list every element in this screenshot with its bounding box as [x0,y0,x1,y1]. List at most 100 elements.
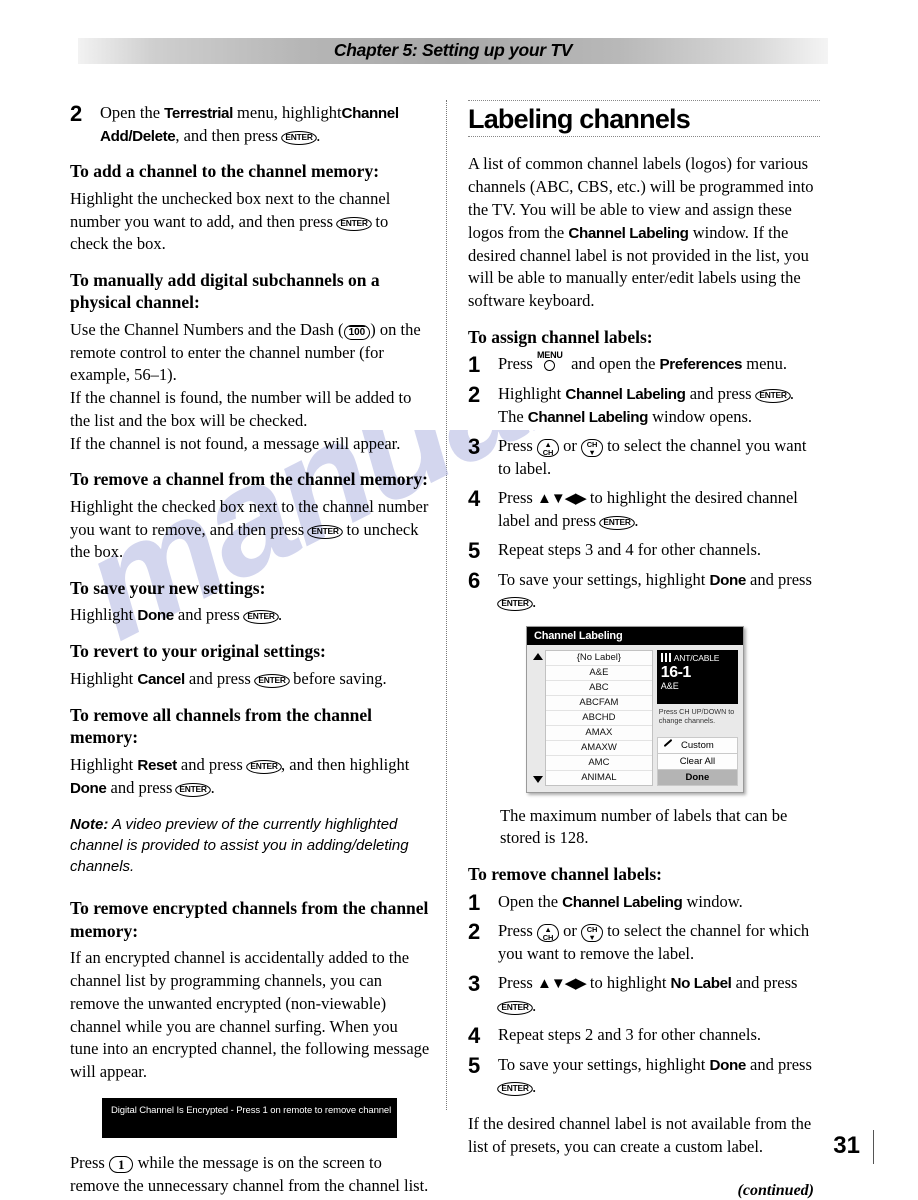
clear-all-button[interactable]: Clear All [656,752,738,769]
step-text: . [532,592,537,612]
arrow-keys-icon: ▲▼◀▶ [536,491,587,508]
dash-key-label: 100 [348,325,366,338]
enter-key-icon: ENTER [254,673,290,688]
osd-message-text: Digital Channel Is Encrypted - Press 1 o… [111,1104,392,1116]
heading-remove-all-channels: To remove all channels from the channel … [70,704,373,748]
note-text: A video preview of the currently highlig… [70,815,409,876]
step-text: . [532,995,537,1015]
enter-key-icon: ENTER [599,515,636,530]
step-text: and press [731,973,798,993]
done-button[interactable]: Done [656,768,738,786]
step-text: . [532,1077,537,1097]
paragraph-text: . [210,777,215,797]
step-number: 4 [468,486,481,512]
assign-step-2: 2 Highlight Channel Labeling and press E… [468,382,820,428]
enter-key-icon: ENTER [497,597,533,612]
paragraph-channel-found: If the channel is found, the number will… [70,388,412,430]
ui-term-done: Done [70,779,107,797]
remove-step-2: 2 Press ▲ CH or CH ▼ to select the channel… [468,919,820,965]
list-item[interactable]: ANIMAL [546,771,652,785]
note-block: Note: A video preview of the currently h… [70,814,430,878]
enter-key-icon: ENTER [243,610,279,625]
list-item[interactable]: A&E [546,666,652,681]
done-button-label: Done [685,771,710,783]
section-heading-rules: Labeling channels [468,100,820,138]
list-item[interactable]: ABCHD [546,711,652,726]
step-2-terrestrial: 2 Open the Terrestrial menu, highlightCh… [70,101,430,147]
step-text: and press [685,383,756,403]
list-item[interactable]: AMC [546,756,652,771]
step-text: Open the [100,103,165,122]
window-buttons: Custom Clear All Done [656,736,738,786]
ui-term-done: Done [137,607,174,625]
remove-step-3: 3 Press ▲▼◀▶ to highlight No Label and p… [468,971,820,1017]
paragraph-channel-not-found: If the channel is not found, a message w… [70,433,401,453]
window-title: Channel Labeling [527,626,743,645]
step-number: 1 [468,889,481,915]
step-text: . [634,510,639,530]
paragraph-max-labels: The maximum number of labels that can be… [500,805,788,848]
chapter-title: Chapter 5: Setting up your TV [333,40,573,60]
paragraph-text: and press [184,668,255,688]
footer-rule [873,1130,874,1164]
assign-step-1: 1 Press MENU and open the Preferences me… [468,350,820,377]
ui-term-channel-labeling: Channel Labeling [568,224,689,242]
assign-step-3: 3 Press ▲ CH or CH ▼ to select the channel… [468,434,820,480]
paragraph-text: before saving. [289,668,387,688]
step-text: , and then press [175,125,283,145]
enter-key-icon: ENTER [497,1000,533,1015]
ui-term-cancel: Cancel [137,670,185,688]
paragraph-text: Use the Channel Numbers and the Dash ( [70,319,344,339]
list-item[interactable]: ABC [546,681,652,696]
step-text: and open the [566,354,660,374]
paragraph-press-one: Press 1 while the message is on the scre… [70,1152,430,1198]
paragraph-text: and press [173,605,244,625]
note-label: Note: [70,815,109,833]
triangle-down-icon[interactable] [533,775,543,783]
paragraph-text: , and then highlight [281,754,410,774]
step-text: and press [745,1054,812,1074]
arrow-keys-icon: ▲▼◀▶ [536,976,587,993]
number-one-key-icon: 1 [108,1155,134,1173]
remove-step-5: 5 To save your settings, highlight Done … [468,1053,820,1099]
assign-step-5: 5 Repeat steps 3 and 4 for other channel… [468,538,820,563]
paragraph-text: . [278,605,283,625]
section-heading-labeling-channels: Labeling channels [468,104,691,134]
triangle-up-icon[interactable] [533,652,543,660]
custom-button[interactable]: Custom [656,736,738,753]
paragraph-remove-all-channels: Highlight Reset and press ENTER, and the… [70,754,430,800]
remove-step-4: 4 Repeat steps 2 and 3 for other channel… [468,1023,820,1048]
osd-encrypted-message: Digital Channel Is Encrypted - Press 1 o… [102,1097,397,1138]
preview-hint-text: Press CH UP/DOWN to change channels. [658,706,735,725]
antenna-icon [660,653,671,663]
ui-term-channel-labeling: Channel Labeling [565,385,686,403]
heading-remove-channel: To remove a channel from the channel mem… [70,469,428,490]
paragraph-text: and press [176,754,247,774]
left-column: 2 Open the Terrestrial menu, highlightCh… [70,100,430,1200]
step-number: 6 [468,567,481,593]
paragraph-text: Press [70,1152,109,1172]
custom-button-label: Custom [681,739,714,751]
remove-step-1: 1 Open the Channel Labeling window. [468,890,820,915]
list-item[interactable]: {No Label} [546,651,652,666]
step-text: menu. [742,354,788,374]
step-text: and press [745,569,812,589]
enter-key-icon: ENTER [281,130,318,145]
channel-down-key-icon: CH ▼ [580,924,603,943]
ui-term-no-label: No Label [670,975,732,993]
heading-remove-labels: To remove channel labels: [468,864,662,885]
ui-term-done: Done [709,571,747,589]
list-item[interactable]: ABCFAM [546,696,652,711]
step-text: Press [498,354,537,374]
ui-term-terrestrial: Terrestrial [164,105,233,122]
heading-revert-settings: To revert to your original settings: [70,641,326,662]
list-item[interactable]: AMAXW [546,741,652,756]
enter-key-icon: ENTER [497,1082,533,1097]
paragraph-remove-channel: Highlight the checked box next to the ch… [70,496,430,564]
list-item[interactable]: AMAX [546,726,652,741]
enter-key-icon: ENTER [307,524,344,539]
channel-label-list[interactable]: {No Label} A&E ABC ABCFAM ABCHD AMAX AMA… [545,649,653,786]
paragraph-manual-dash: Use the Channel Numbers and the Dash ( 10… [70,319,430,387]
paragraph-save-settings: Highlight Done and press ENTER. [70,604,430,627]
heading-assign-labels: To assign channel labels: [468,326,653,347]
